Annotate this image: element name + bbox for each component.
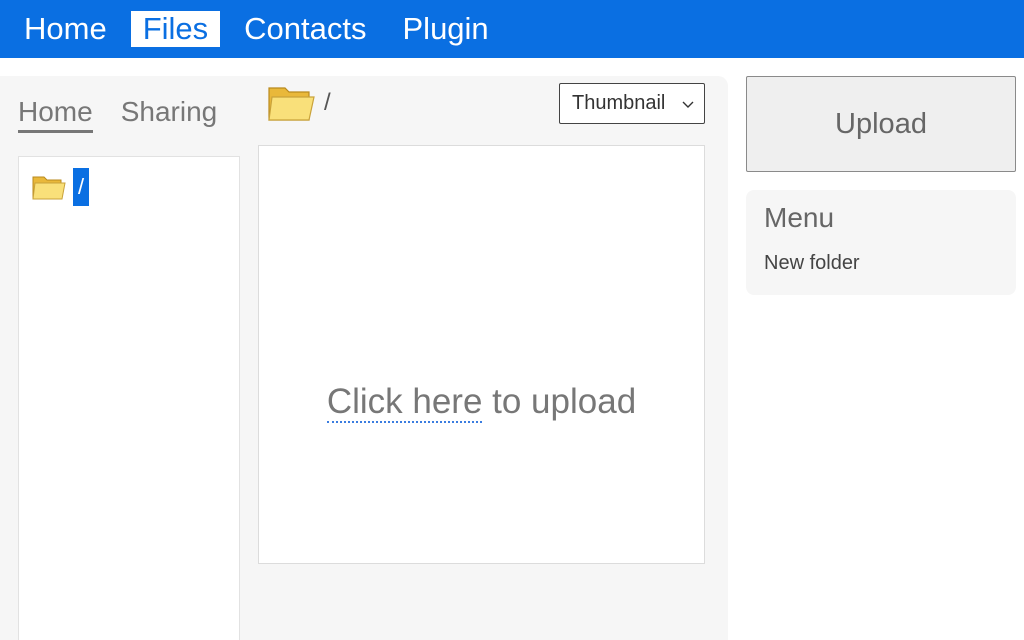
nav-home[interactable]: Home: [12, 11, 119, 47]
nav-plugin[interactable]: Plugin: [391, 11, 501, 47]
menu-panel: Menu New folder: [746, 190, 1016, 295]
sub-tabs: Home Sharing: [18, 96, 217, 133]
drop-zone-suffix: to upload: [482, 382, 637, 421]
upload-button[interactable]: Upload: [746, 76, 1016, 172]
view-mode-select[interactable]: Thumbnail: [559, 83, 705, 124]
view-mode-value: Thumbnail: [572, 92, 666, 114]
menu-item-new-folder[interactable]: New folder: [764, 252, 860, 275]
folder-icon: [32, 176, 66, 200]
tree-node-root[interactable]: /: [31, 168, 90, 206]
menu-title: Menu: [764, 202, 835, 233]
nav-contacts[interactable]: Contacts: [232, 11, 378, 47]
upload-drop-zone[interactable]: Click here to upload: [258, 145, 705, 564]
tab-home[interactable]: Home: [18, 96, 93, 133]
drop-zone-text: Click here to upload: [259, 382, 704, 423]
chevron-down-icon: [682, 101, 694, 108]
path-header: /: [266, 80, 331, 126]
current-path: /: [324, 89, 331, 116]
folder-icon: [268, 87, 315, 121]
folder-tree: /: [18, 156, 240, 640]
top-navigation: Home Files Contacts Plugin: [0, 0, 1024, 58]
nav-files[interactable]: Files: [130, 11, 221, 47]
tree-node-label: /: [73, 168, 90, 206]
click-to-upload-link[interactable]: Click here: [326, 382, 483, 423]
tab-sharing[interactable]: Sharing: [121, 96, 218, 133]
